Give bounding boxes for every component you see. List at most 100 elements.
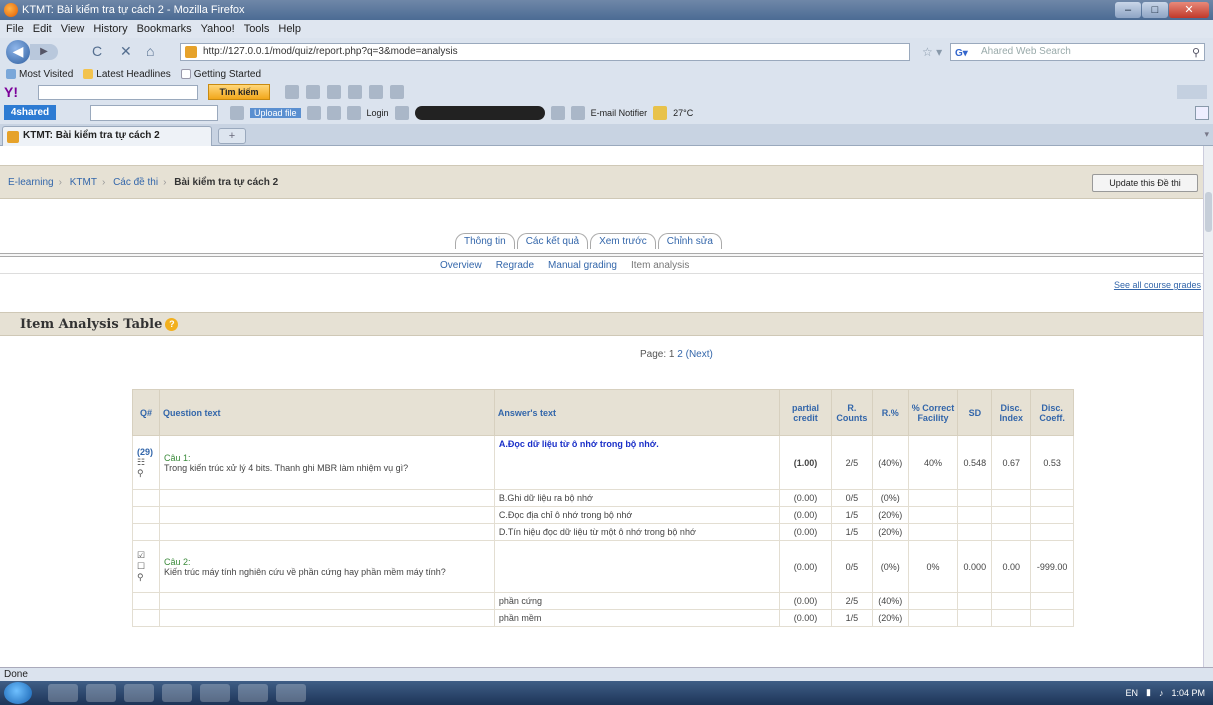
toolbar-icon[interactable] xyxy=(394,106,409,120)
toolbar-icon[interactable] xyxy=(390,85,404,99)
col-disc-coeff[interactable]: Disc. Coeff. xyxy=(1030,389,1074,436)
disc-index-cell: 0.00 xyxy=(991,540,1032,593)
email-notifier-button[interactable]: E-mail Notifier xyxy=(591,108,648,118)
tab-regrade[interactable]: Regrade xyxy=(496,260,534,271)
toolbar-icon[interactable] xyxy=(285,85,299,99)
tab-info[interactable]: Thông tin xyxy=(455,233,515,249)
tab-results[interactable]: Các kết quả xyxy=(516,233,589,249)
toolbar-icon[interactable] xyxy=(327,85,341,99)
tab-edit[interactable]: Chỉnh sửa xyxy=(657,233,722,249)
app-icon[interactable] xyxy=(200,684,230,702)
new-tab-button[interactable]: + xyxy=(218,128,246,144)
media-player-bar[interactable] xyxy=(414,106,545,120)
menu-history[interactable]: History xyxy=(93,23,127,35)
bookmark-latest-headlines[interactable]: Latest Headlines xyxy=(83,69,171,80)
addon-dropdown[interactable] xyxy=(90,105,218,121)
toolbar-icon[interactable] xyxy=(570,106,585,120)
yahoo-search-input[interactable] xyxy=(38,85,198,100)
bookmark-most-visited[interactable]: Most Visited xyxy=(6,69,73,80)
toolbar-icon[interactable] xyxy=(346,106,361,120)
col-r-percent[interactable]: R.% xyxy=(871,389,909,436)
language-indicator[interactable]: EN xyxy=(1126,688,1139,698)
clock[interactable]: 1:04 PM xyxy=(1171,688,1205,698)
toolbar-icon[interactable] xyxy=(306,85,320,99)
volume-icon[interactable]: ♪ xyxy=(1159,688,1164,698)
vertical-scrollbar[interactable] xyxy=(1203,146,1213,667)
col-question-text[interactable]: Question text xyxy=(159,389,495,436)
col-facility[interactable]: % Correct Facility xyxy=(907,389,959,436)
bookmark-getting-started[interactable]: Getting Started xyxy=(180,69,261,80)
tab-overview[interactable]: Overview xyxy=(440,260,482,271)
reload-icon[interactable]: C xyxy=(92,43,102,59)
tab-preview[interactable]: Xem trước xyxy=(590,233,656,249)
menu-bookmarks[interactable]: Bookmarks xyxy=(137,23,192,35)
addon-logo-icon[interactable]: 4shared xyxy=(4,105,56,120)
menu-edit[interactable]: Edit xyxy=(33,23,52,35)
pager-next[interactable]: (Next) xyxy=(686,349,713,360)
toolbar-icon[interactable] xyxy=(230,106,244,120)
explorer-icon[interactable] xyxy=(86,684,116,702)
toolbar-icon[interactable] xyxy=(348,85,362,99)
menu-yahoo[interactable]: Yahoo! xyxy=(201,23,235,35)
pager-page-2[interactable]: 2 xyxy=(677,349,683,360)
menu-bar: File Edit View History Bookmarks Yahoo! … xyxy=(0,20,1213,38)
r-counts-cell: 0/5 xyxy=(830,489,873,507)
preview-icon[interactable]: ⚲ xyxy=(137,468,147,479)
status-bar: Done xyxy=(0,667,1213,681)
minimize-button[interactable]: – xyxy=(1115,2,1141,18)
menu-tools[interactable]: Tools xyxy=(244,23,270,35)
app-icon[interactable] xyxy=(238,684,268,702)
menu-view[interactable]: View xyxy=(61,23,85,35)
menu-file[interactable]: File xyxy=(6,23,24,35)
forward-icon[interactable]: ▶ xyxy=(30,44,58,60)
bookmark-star-icon[interactable]: ☆ ▾ xyxy=(922,45,942,59)
search-icon[interactable]: ⚲ xyxy=(1192,45,1200,61)
search-input[interactable]: G▾ Ahared Web Search ⚲ xyxy=(950,43,1205,61)
window-titlebar: KTMT: Bài kiểm tra tự cách 2 - Mozilla F… xyxy=(0,0,1213,20)
search-engine-icon[interactable]: G▾ xyxy=(955,46,968,62)
see-all-grades-link[interactable]: See all course grades xyxy=(1114,280,1201,290)
media-icon[interactable] xyxy=(124,684,154,702)
r-counts-cell: 1/5 xyxy=(830,506,873,524)
breadcrumb-home[interactable]: E-learning xyxy=(8,177,54,188)
toolbar-icon[interactable] xyxy=(326,106,341,120)
col-disc-index[interactable]: Disc. Index xyxy=(991,389,1032,436)
col-r-counts[interactable]: R. Counts xyxy=(830,389,873,436)
start-button[interactable] xyxy=(4,682,32,704)
yahoo-search-button[interactable]: Tìm kiếm xyxy=(208,84,270,100)
stop-icon[interactable]: ✕ xyxy=(120,43,132,60)
close-button[interactable]: ✕ xyxy=(1169,2,1209,18)
toolbar-icon[interactable] xyxy=(369,85,383,99)
toolbar-options-icon[interactable] xyxy=(1177,85,1207,99)
upload-button[interactable]: Upload file xyxy=(250,108,301,118)
login-button[interactable]: Login xyxy=(367,108,389,118)
tab-active[interactable]: KTMT: Bài kiểm tra tự cách 2 xyxy=(2,126,212,146)
firefox-icon[interactable] xyxy=(162,684,192,702)
preview-icon[interactable]: ⚲ xyxy=(137,572,147,583)
toolbar-overflow-icon[interactable] xyxy=(1195,106,1209,120)
report-tabs: Overview Regrade Manual grading Item ana… xyxy=(440,260,689,271)
yahoo-logo-icon[interactable]: Y! xyxy=(4,84,18,100)
col-partial-credit[interactable]: partial credit xyxy=(779,389,832,436)
app-icon[interactable] xyxy=(276,684,306,702)
help-icon[interactable]: ? xyxy=(165,318,179,331)
tab-manual-grading[interactable]: Manual grading xyxy=(548,260,617,271)
toolbar-icon[interactable] xyxy=(550,106,565,120)
breadcrumb-course[interactable]: KTMT xyxy=(70,177,97,188)
home-icon[interactable]: ⌂ xyxy=(146,43,154,59)
toolbar-icon[interactable] xyxy=(306,106,321,120)
col-qnum[interactable]: Q# xyxy=(131,389,161,436)
breadcrumb-section[interactable]: Các đề thi xyxy=(113,177,158,188)
scrollbar-thumb[interactable] xyxy=(1205,192,1212,232)
update-quiz-button[interactable]: Update this Đề thi xyxy=(1092,174,1198,192)
tab-list-icon[interactable]: ▾ xyxy=(1204,129,1209,140)
col-answer-text[interactable]: Answer's text xyxy=(493,389,781,436)
address-bar[interactable]: http://127.0.0.1/mod/quiz/report.php?q=3… xyxy=(180,43,910,61)
col-sd[interactable]: SD xyxy=(957,389,993,436)
back-icon[interactable]: ◀ xyxy=(6,40,30,64)
maximize-button[interactable]: □ xyxy=(1142,2,1168,18)
network-icon[interactable]: ▮ xyxy=(1146,687,1151,698)
ie-icon[interactable] xyxy=(48,684,78,702)
menu-help[interactable]: Help xyxy=(278,23,301,35)
r-percent-cell: (20%) xyxy=(871,523,909,541)
